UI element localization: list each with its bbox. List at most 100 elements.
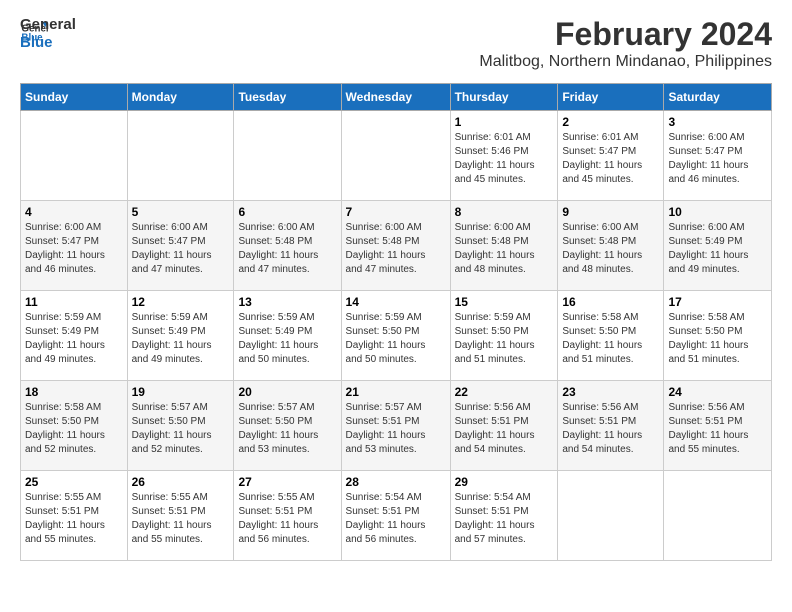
header-thursday: Thursday — [450, 84, 558, 111]
day-info: Sunrise: 6:00 AMSunset: 5:48 PMDaylight:… — [346, 221, 446, 277]
day-cell: 14 Sunrise: 5:59 AMSunset: 5:50 PMDayligh… — [341, 291, 450, 381]
day-cell: 2Sunrise: 6:01 AMSunset: 5:47 PMDaylight… — [558, 111, 664, 201]
day-info: Sunrise: 5:55 AMSunset: 5:51 PMDaylight:… — [238, 491, 336, 547]
day-number: 26 — [132, 475, 230, 489]
day-number: 2 — [562, 115, 659, 129]
day-cell: 29 Sunrise: 5:54 AMSunset: 5:51 PMDayligh… — [450, 471, 558, 561]
day-cell: 9 Sunrise: 6:00 AMSunset: 5:48 PMDaylight… — [558, 201, 664, 291]
day-cell: 23 Sunrise: 5:56 AMSunset: 5:51 PMDayligh… — [558, 381, 664, 471]
header-saturday: Saturday — [664, 84, 772, 111]
day-number: 28 — [346, 475, 446, 489]
day-cell: 5 Sunrise: 6:00 AMSunset: 5:47 PMDaylight… — [127, 201, 234, 291]
day-cell: 21 Sunrise: 5:57 AMSunset: 5:51 PMDayligh… — [341, 381, 450, 471]
day-cell: 4 Sunrise: 6:00 AMSunset: 5:47 PMDaylight… — [21, 201, 128, 291]
day-cell: 24 Sunrise: 5:56 AMSunset: 5:51 PMDayligh… — [664, 381, 772, 471]
day-number: 22 — [455, 385, 554, 399]
day-cell — [664, 471, 772, 561]
day-cell: 20Sunrise: 5:57 AMSunset: 5:50 PMDayligh… — [234, 381, 341, 471]
day-number: 5 — [132, 205, 230, 219]
day-number: 3 — [668, 115, 767, 129]
day-info: Sunrise: 5:59 AMSunset: 5:49 PMDaylight:… — [132, 311, 230, 367]
day-info: Sunrise: 5:58 AMSunset: 5:50 PMDaylight:… — [25, 401, 123, 457]
day-number: 6 — [238, 205, 336, 219]
day-number: 15 — [455, 295, 554, 309]
day-number: 10 — [668, 205, 767, 219]
day-info: Sunrise: 6:00 AMSunset: 5:49 PMDaylight:… — [668, 221, 767, 277]
day-number: 24 — [668, 385, 767, 399]
day-info: Sunrise: 5:56 AMSunset: 5:51 PMDaylight:… — [562, 401, 659, 457]
day-info: Sunrise: 5:54 AMSunset: 5:51 PMDaylight:… — [346, 491, 446, 547]
day-number: 18 — [25, 385, 123, 399]
calendar-table: SundayMondayTuesdayWednesdayThursdayFrid… — [20, 83, 772, 561]
day-cell: 27 Sunrise: 5:55 AMSunset: 5:51 PMDayligh… — [234, 471, 341, 561]
day-info: Sunrise: 5:55 AMSunset: 5:51 PMDaylight:… — [132, 491, 230, 547]
day-info: Sunrise: 6:00 AMSunset: 5:47 PMDaylight:… — [25, 221, 123, 277]
day-cell: 1Sunrise: 6:01 AMSunset: 5:46 PMDaylight… — [450, 111, 558, 201]
calendar-title: February 2024 — [479, 16, 772, 53]
day-info: Sunrise: 5:58 AMSunset: 5:50 PMDaylight:… — [668, 311, 767, 367]
day-number: 17 — [668, 295, 767, 309]
day-number: 11 — [25, 295, 123, 309]
day-number: 1 — [455, 115, 554, 129]
day-info: Sunrise: 5:57 AMSunset: 5:51 PMDaylight:… — [346, 401, 446, 457]
day-number: 19 — [132, 385, 230, 399]
week-row-5: 25 Sunrise: 5:55 AMSunset: 5:51 PMDayligh… — [21, 471, 772, 561]
day-number: 13 — [238, 295, 336, 309]
header-tuesday: Tuesday — [234, 84, 341, 111]
calendar-subtitle: Malitbog, Northern Mindanao, Philippines — [479, 53, 772, 71]
day-info: Sunrise: 6:00 AMSunset: 5:47 PMDaylight:… — [132, 221, 230, 277]
header-sunday: Sunday — [21, 84, 128, 111]
header-monday: Monday — [127, 84, 234, 111]
day-info: Sunrise: 5:57 AMSunset: 5:50 PMDaylight:… — [132, 401, 230, 457]
header-friday: Friday — [558, 84, 664, 111]
header-row: SundayMondayTuesdayWednesdayThursdayFrid… — [21, 84, 772, 111]
day-cell — [558, 471, 664, 561]
day-info: Sunrise: 5:55 AMSunset: 5:51 PMDaylight:… — [25, 491, 123, 547]
day-info: Sunrise: 6:00 AMSunset: 5:47 PMDaylight:… — [668, 131, 767, 187]
day-number: 7 — [346, 205, 446, 219]
day-cell: 6 Sunrise: 6:00 AMSunset: 5:48 PMDaylight… — [234, 201, 341, 291]
day-number: 23 — [562, 385, 659, 399]
day-cell: 16 Sunrise: 5:58 AMSunset: 5:50 PMDayligh… — [558, 291, 664, 381]
day-number: 4 — [25, 205, 123, 219]
title-section: February 2024 Malitbog, Northern Mindana… — [479, 16, 772, 71]
day-number: 29 — [455, 475, 554, 489]
header-wednesday: Wednesday — [341, 84, 450, 111]
day-number: 25 — [25, 475, 123, 489]
logo-block: General Blue — [20, 16, 76, 52]
week-row-4: 18 Sunrise: 5:58 AMSunset: 5:50 PMDayligh… — [21, 381, 772, 471]
day-info: Sunrise: 6:00 AMSunset: 5:48 PMDaylight:… — [238, 221, 336, 277]
day-number: 14 — [346, 295, 446, 309]
week-row-2: 4 Sunrise: 6:00 AMSunset: 5:47 PMDaylight… — [21, 201, 772, 291]
day-info: Sunrise: 5:59 AMSunset: 5:50 PMDaylight:… — [346, 311, 446, 367]
day-number: 27 — [238, 475, 336, 489]
day-number: 16 — [562, 295, 659, 309]
day-info: Sunrise: 6:00 AMSunset: 5:48 PMDaylight:… — [562, 221, 659, 277]
day-info: Sunrise: 5:59 AMSunset: 5:49 PMDaylight:… — [238, 311, 336, 367]
day-info: Sunrise: 5:59 AMSunset: 5:50 PMDaylight:… — [455, 311, 554, 367]
day-cell: 8 Sunrise: 6:00 AMSunset: 5:48 PMDaylight… — [450, 201, 558, 291]
day-cell: 19 Sunrise: 5:57 AMSunset: 5:50 PMDayligh… — [127, 381, 234, 471]
day-cell: 11 Sunrise: 5:59 AMSunset: 5:49 PMDayligh… — [21, 291, 128, 381]
day-info: Sunrise: 6:00 AMSunset: 5:48 PMDaylight:… — [455, 221, 554, 277]
day-cell: 7 Sunrise: 6:00 AMSunset: 5:48 PMDaylight… — [341, 201, 450, 291]
day-number: 9 — [562, 205, 659, 219]
day-cell: 17 Sunrise: 5:58 AMSunset: 5:50 PMDayligh… — [664, 291, 772, 381]
day-cell — [234, 111, 341, 201]
day-cell: 22Sunrise: 5:56 AMSunset: 5:51 PMDayligh… — [450, 381, 558, 471]
day-number: 21 — [346, 385, 446, 399]
day-cell — [21, 111, 128, 201]
day-number: 8 — [455, 205, 554, 219]
day-info: Sunrise: 5:59 AMSunset: 5:49 PMDaylight:… — [25, 311, 123, 367]
day-cell: 18 Sunrise: 5:58 AMSunset: 5:50 PMDayligh… — [21, 381, 128, 471]
week-row-1: 1Sunrise: 6:01 AMSunset: 5:46 PMDaylight… — [21, 111, 772, 201]
day-cell — [341, 111, 450, 201]
day-info: Sunrise: 5:58 AMSunset: 5:50 PMDaylight:… — [562, 311, 659, 367]
day-info: Sunrise: 5:54 AMSunset: 5:51 PMDaylight:… — [455, 491, 554, 547]
week-row-3: 11 Sunrise: 5:59 AMSunset: 5:49 PMDayligh… — [21, 291, 772, 381]
day-number: 12 — [132, 295, 230, 309]
day-cell: 12 Sunrise: 5:59 AMSunset: 5:49 PMDayligh… — [127, 291, 234, 381]
day-cell: 3 Sunrise: 6:00 AMSunset: 5:47 PMDaylight… — [664, 111, 772, 201]
day-cell: 13 Sunrise: 5:59 AMSunset: 5:49 PMDayligh… — [234, 291, 341, 381]
day-info: Sunrise: 5:56 AMSunset: 5:51 PMDaylight:… — [668, 401, 767, 457]
